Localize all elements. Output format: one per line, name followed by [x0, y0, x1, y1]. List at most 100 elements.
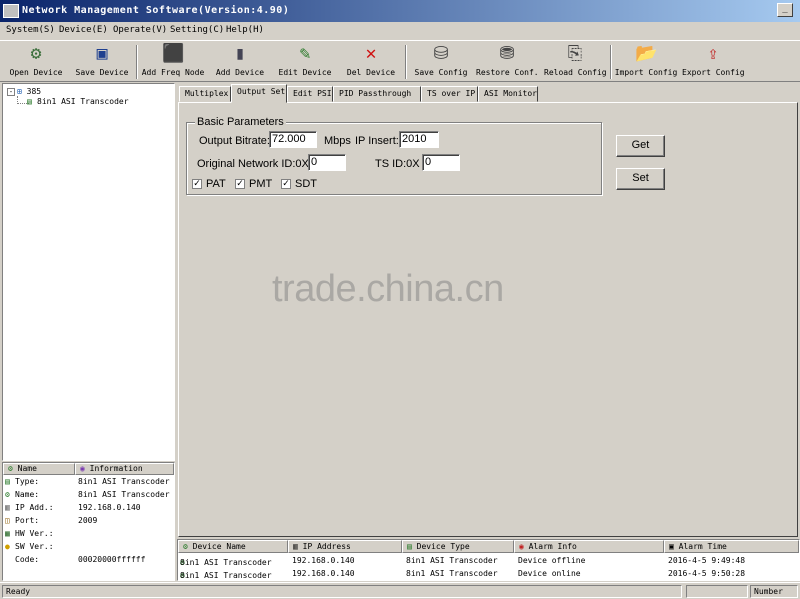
delete-device-button[interactable]: ✕ Del Device	[344, 43, 398, 81]
set-button[interactable]: Set	[616, 168, 665, 190]
menu-device[interactable]: Device(E)	[59, 25, 108, 35]
alarm-info-column-icon: ◉	[519, 542, 524, 551]
toolbar: ⚙ Open Device ▣ Save Device ⬛ Add Freq N…	[0, 40, 800, 82]
alarm-col-alarm-time[interactable]: ▣ Alarm Time	[664, 540, 799, 553]
alarm-col-device-type[interactable]: ▤ Device Type	[402, 540, 514, 553]
ip-insert-label: IP Insert:	[355, 135, 399, 147]
hardware-icon: ▦	[5, 529, 10, 538]
tab-output-set[interactable]: Output Set	[231, 84, 287, 103]
info-header-name[interactable]: ⚙ Name	[3, 463, 75, 475]
device-tree: - ⊞ 385 ▤ 8in1 ASI Transcoder	[2, 83, 175, 461]
alarm-header: ⚙ Device Name ▥ IP Address ▤ Device Type…	[178, 540, 799, 553]
device-type-column-icon: ▤	[407, 542, 412, 551]
ts-id-input[interactable]: 0	[422, 154, 460, 171]
port-icon: ◫	[5, 516, 10, 525]
minimize-button[interactable]: _	[777, 3, 793, 17]
tree-device-node[interactable]: ▤ 8in1 ASI Transcoder	[27, 97, 129, 106]
name-icon: ⚙	[5, 490, 10, 499]
info-row-hw-version: ▦ HW Ver.:	[5, 529, 54, 538]
device-icon: ▤	[27, 97, 32, 106]
alarm-row[interactable]: ⚙ 8in1 ASI Transcoder 192.168.0.140 8in1 …	[178, 554, 799, 567]
menu-help[interactable]: Help(H)	[226, 25, 264, 35]
add-freq-node-button[interactable]: ⬛ Add Freq Node	[140, 43, 206, 81]
pat-checkbox[interactable]: ✓	[192, 179, 202, 189]
status-text: Ready	[2, 585, 682, 598]
info-row-name: ⚙ Name: 8in1 ASI Transcoder	[5, 490, 170, 499]
alarm-col-ip-address[interactable]: ▥ IP Address	[288, 540, 402, 553]
tab-pid-passthrough[interactable]: PID Passthrough	[333, 86, 421, 102]
save-device-icon: ▣	[96, 43, 108, 64]
sdt-checkbox[interactable]: ✓	[281, 179, 291, 189]
status-empty-cell	[686, 585, 748, 598]
software-icon: ●	[5, 542, 10, 551]
window-title: Network Management Software(Version:4.90…	[22, 5, 290, 16]
menu-system[interactable]: System(S)	[6, 25, 55, 35]
status-number: Number	[750, 585, 798, 598]
alarm-list: ⚙ Device Name ▥ IP Address ▤ Device Type…	[177, 539, 800, 581]
output-bitrate-label: Output Bitrate:	[199, 135, 270, 147]
import-config-icon: 📂	[635, 43, 658, 64]
original-network-id-input[interactable]: 0	[308, 154, 346, 171]
info-row-type: ▤ Type: 8in1 ASI Transcoder	[5, 477, 170, 486]
pat-label: PAT	[206, 178, 226, 190]
tab-asi-monitor[interactable]: ASI Monitor	[478, 86, 538, 102]
tab-ts-over-ip[interactable]: TS over IP	[421, 86, 478, 102]
import-config-button[interactable]: 📂 Import Config	[614, 43, 678, 81]
delete-device-icon: ✕	[365, 43, 377, 64]
sdt-label: SDT	[295, 178, 317, 190]
open-device-button[interactable]: ⚙ Open Device	[8, 43, 64, 81]
app-icon	[3, 4, 19, 18]
ip-icon: ▥	[5, 503, 10, 512]
add-device-icon: ▮	[234, 43, 246, 64]
tab-multiplex[interactable]: Multiplex	[179, 86, 231, 102]
menu-setting[interactable]: Setting(C)	[170, 25, 224, 35]
tab-edit-psi[interactable]: Edit PSI	[287, 86, 333, 102]
bitrate-unit: Mbps	[324, 135, 351, 147]
output-bitrate-input[interactable]: 72.000	[269, 131, 317, 148]
toolbar-separator	[136, 45, 138, 79]
pmt-checkbox[interactable]: ✓	[235, 179, 245, 189]
watermark: trade.china.cn	[272, 268, 504, 310]
get-button[interactable]: Get	[616, 135, 665, 157]
save-config-icon: ⛁	[433, 43, 449, 64]
tree-root-node[interactable]: - ⊞ 385	[7, 87, 41, 96]
alarm-row[interactable]: ⚙ 8in1 ASI Transcoder 192.168.0.140 8in1 …	[178, 567, 799, 580]
ip-insert-input[interactable]: 2010	[399, 131, 439, 148]
toolbar-separator	[405, 45, 407, 79]
info-header-information[interactable]: ◉ Information	[75, 463, 174, 475]
basic-parameters-group: Basic Parameters Output Bitrate: 72.000 …	[186, 116, 602, 195]
restore-config-button[interactable]: ⛃ Restore Conf.	[476, 43, 539, 81]
title-bar: Network Management Software(Version:4.90…	[0, 0, 800, 22]
output-set-panel: Basic Parameters Output Bitrate: 72.000 …	[178, 102, 798, 537]
alarm-col-device-name[interactable]: ⚙ Device Name	[178, 540, 288, 553]
edit-device-icon: ✎	[299, 43, 311, 64]
info-row-ip: ▥ IP Add.: 192.168.0.140	[5, 503, 141, 512]
device-name-column-icon: ⚙	[183, 542, 188, 551]
ts-id-label: TS ID:0X	[375, 158, 420, 170]
info-header: ⚙ Name ◉ Information	[3, 463, 174, 475]
restore-config-icon: ⛃	[499, 43, 515, 64]
menu-operate[interactable]: Operate(V)	[113, 25, 167, 35]
device-info-panel: ⚙ Name ◉ Information ▤ Type: 8in1 ASI Tra…	[2, 462, 175, 581]
alarm-col-alarm-info[interactable]: ◉ Alarm Info	[514, 540, 664, 553]
save-device-button[interactable]: ▣ Save Device	[74, 43, 130, 81]
export-config-button[interactable]: ⇪ Export Config	[682, 43, 745, 81]
export-config-icon: ⇪	[707, 43, 719, 64]
save-config-button[interactable]: ⛁ Save Config	[412, 43, 470, 81]
type-icon: ▤	[5, 477, 10, 486]
reload-config-button[interactable]: ⎘ Reload Config	[544, 43, 607, 81]
info-row-port: ◫ Port: 2009	[5, 516, 98, 525]
info-row-sw-version: ● SW Ver.:	[5, 542, 54, 551]
status-bar: Ready Number	[0, 582, 800, 599]
network-icon: ⊞	[17, 87, 22, 96]
add-device-button[interactable]: ▮ Add Device	[212, 43, 268, 81]
toolbar-separator	[610, 45, 612, 79]
info-row-code: Code: 00020000ffffff	[15, 555, 146, 564]
add-freq-node-icon: ⬛	[162, 43, 185, 64]
pmt-label: PMT	[249, 178, 273, 190]
original-network-id-label: Original Network ID:0X	[197, 158, 309, 170]
collapse-icon[interactable]: -	[7, 88, 15, 96]
edit-device-button[interactable]: ✎ Edit Device	[276, 43, 334, 81]
tree-root-label: 385	[26, 87, 42, 96]
group-title: Basic Parameters	[195, 116, 286, 128]
